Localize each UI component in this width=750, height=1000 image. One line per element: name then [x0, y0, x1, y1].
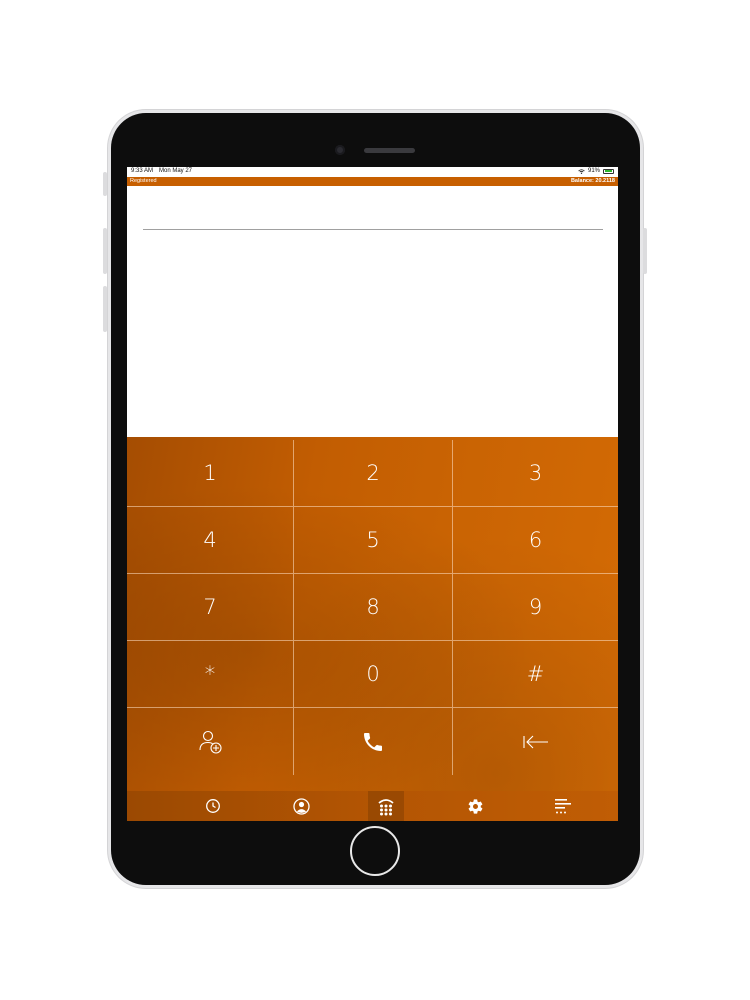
add-contact-button[interactable] [127, 708, 294, 775]
key-9[interactable]: 9 [453, 574, 618, 641]
key-5[interactable]: 5 [294, 507, 453, 574]
key-3[interactable]: 3 [453, 440, 618, 507]
tab-dialpad[interactable] [368, 791, 404, 821]
menu-icon [555, 799, 571, 814]
contact-icon [292, 797, 310, 815]
backspace-icon [522, 735, 548, 748]
wifi-icon [578, 168, 585, 174]
status-indicators: 91% [578, 168, 614, 174]
app-screen: 9:33 AM Mon May 27 91% Registered Balanc… [127, 167, 618, 821]
key-4[interactable]: 4 [127, 507, 294, 574]
add-contact-icon [199, 730, 222, 754]
tab-recents[interactable] [193, 791, 233, 821]
tab-contacts[interactable] [281, 791, 321, 821]
key-1[interactable]: 1 [127, 440, 294, 507]
key-8[interactable]: 8 [294, 574, 453, 641]
power-button [643, 228, 647, 274]
key-0[interactable]: 0 [294, 641, 453, 708]
front-camera [335, 145, 345, 155]
phone-number-input[interactable] [143, 205, 603, 230]
clock-icon [206, 799, 220, 813]
registration-status: Registered [130, 178, 157, 184]
tab-more[interactable] [543, 791, 583, 821]
balance-label: Balance: 20.2118 [570, 178, 615, 184]
dialpad-icon [378, 799, 394, 816]
status-date: Mon May 27 [159, 168, 193, 174]
battery-icon [603, 168, 614, 174]
key-hash[interactable]: # [453, 641, 618, 708]
tab-settings[interactable] [455, 791, 495, 821]
registration-bar: Registered Balance: 20.2118 [127, 177, 618, 186]
volume-button-down [103, 286, 107, 332]
key-7[interactable]: 7 [127, 574, 294, 641]
backspace-button[interactable] [453, 708, 618, 775]
gear-icon [468, 798, 482, 814]
status-time: 9:33 AM [131, 168, 154, 174]
dialpad: 1 2 3 4 5 6 7 8 9 * 0 # [127, 437, 618, 791]
speaker-grille [364, 148, 415, 153]
home-button[interactable] [350, 826, 400, 876]
volume-button-up [103, 228, 107, 274]
call-button[interactable] [294, 708, 453, 775]
tab-bar [127, 791, 618, 821]
key-2[interactable]: 2 [294, 440, 453, 507]
key-star[interactable]: * [127, 641, 294, 708]
battery-percent: 91% [587, 168, 600, 174]
key-6[interactable]: 6 [453, 507, 618, 574]
phone-icon [364, 732, 382, 751]
dialpad-grid: 1 2 3 4 5 6 7 8 9 * 0 # [127, 440, 618, 775]
status-bar: 9:33 AM Mon May 27 91% [127, 167, 618, 177]
volume-button-top [103, 172, 107, 196]
